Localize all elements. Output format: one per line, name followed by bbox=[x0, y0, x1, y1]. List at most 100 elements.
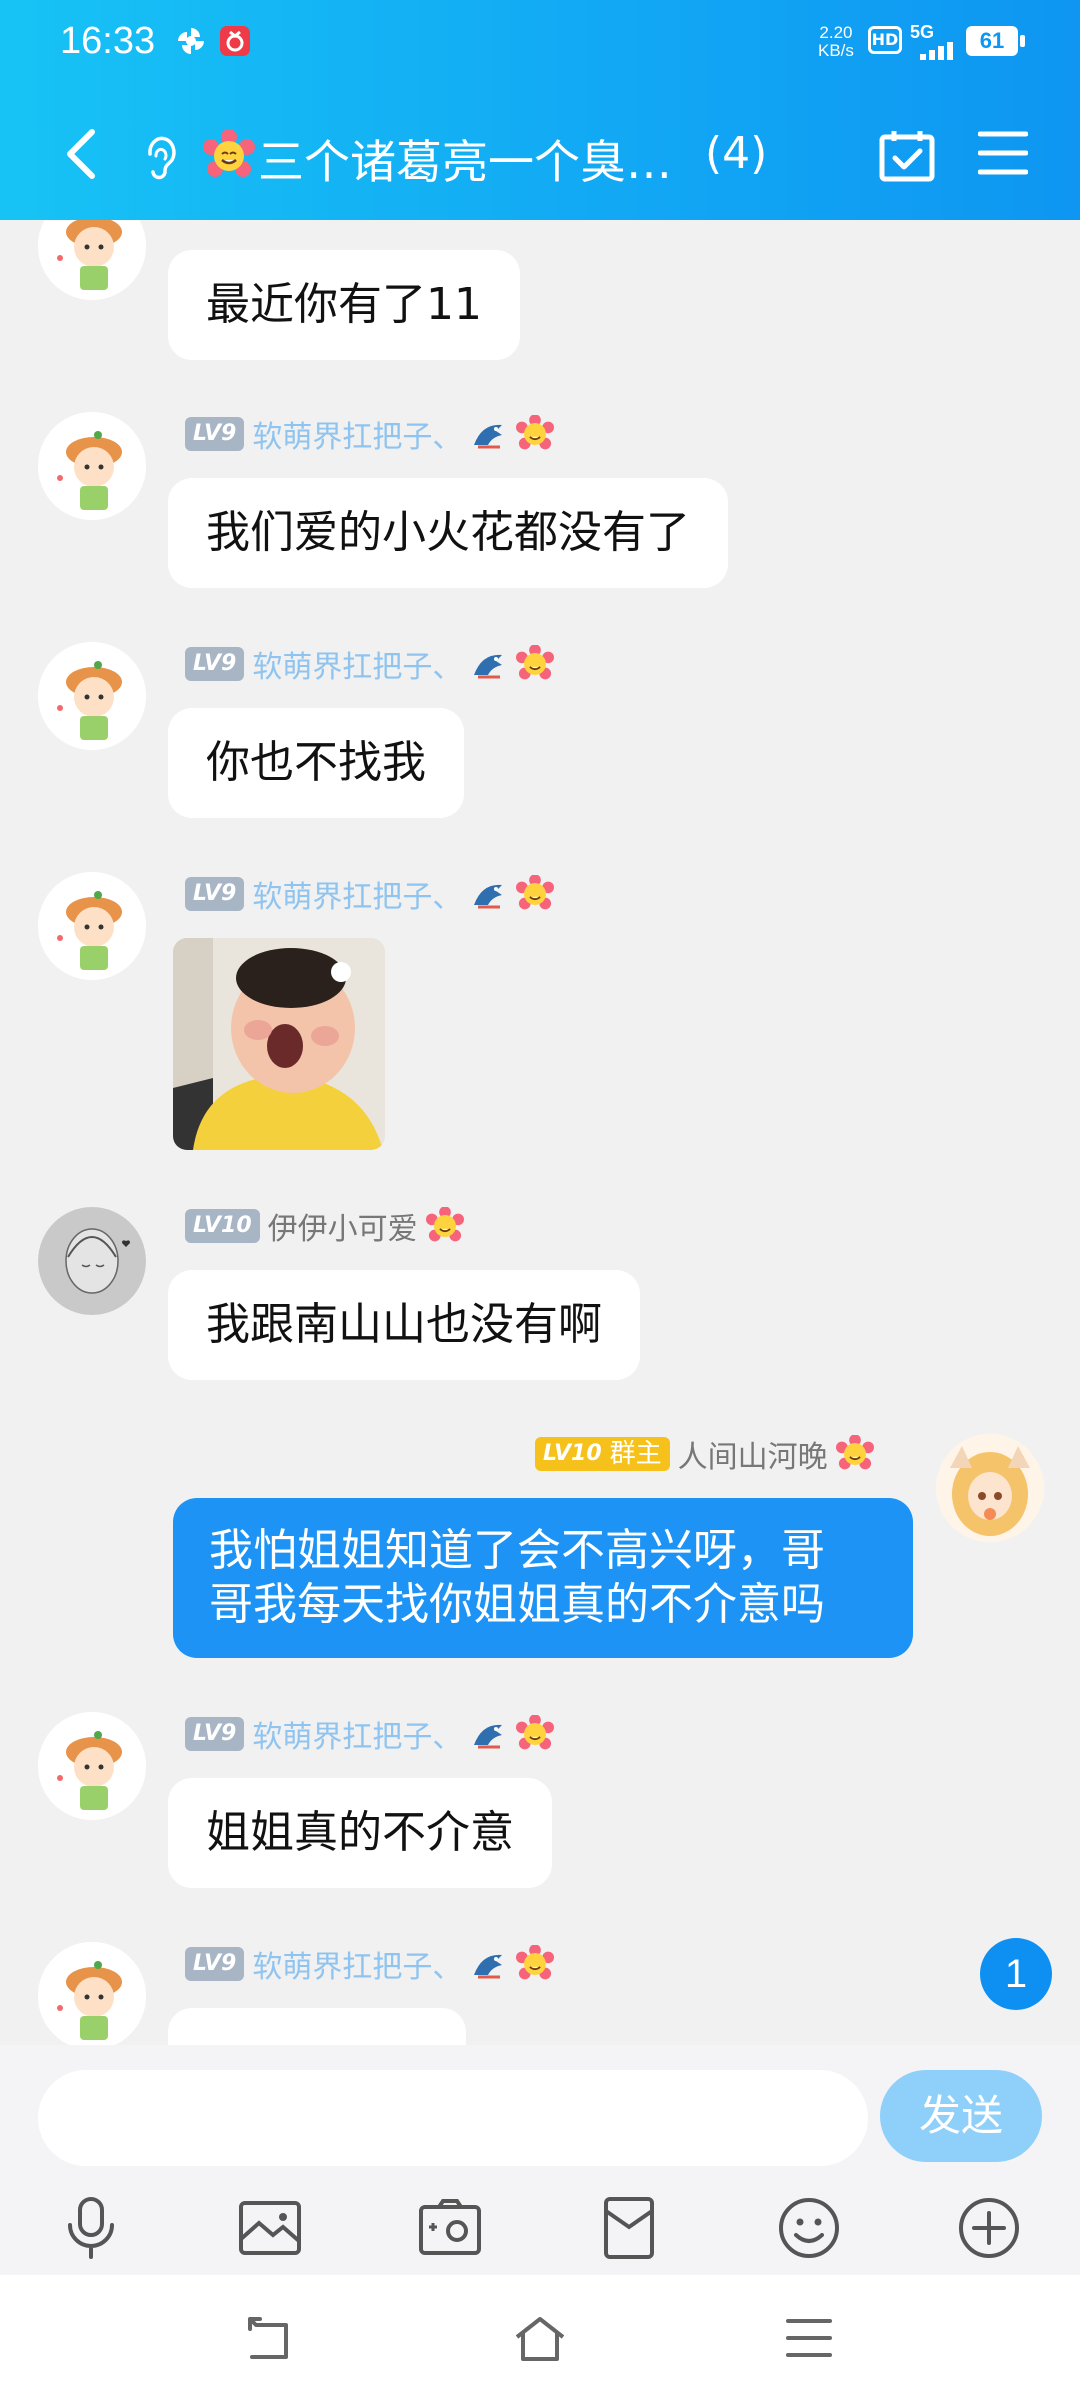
flower-face-icon bbox=[516, 875, 555, 910]
boy-avatar-image bbox=[38, 642, 146, 750]
sender-info: LV9 软萌界扛把子、 bbox=[185, 1712, 555, 1756]
my-message-bubble[interactable]: 我怕姐姐知道了会不高兴呀，哥 哥我每天找你姐姐真的不介意吗 bbox=[173, 1498, 913, 1658]
net-speed-unit: KB/s bbox=[818, 41, 854, 60]
sender-info: LV9 软萌界扛把子、 bbox=[185, 642, 555, 686]
level-badge: LV10 bbox=[185, 1209, 260, 1243]
ear-icon[interactable] bbox=[140, 132, 180, 182]
emoji-icon[interactable] bbox=[776, 2195, 842, 2261]
status-bar: 16:33 2.20 KB/s HD 5G 61 bbox=[0, 0, 1080, 80]
hd-badge: HD bbox=[868, 26, 902, 54]
member-count: (4) bbox=[705, 128, 768, 179]
message-text-line: 我怕姐姐知道了会不高兴呀，哥 bbox=[209, 1525, 825, 1576]
network-speed: 2.20 KB/s bbox=[818, 24, 854, 60]
message-bubble[interactable]: 姐姐真的不介意 bbox=[168, 1778, 552, 1888]
plus-icon[interactable] bbox=[956, 2195, 1022, 2261]
message-list[interactable]: 最近你有了11 LV9 软萌界扛把子、 我们爱的小火花都没有了 LV9 软萌界扛… bbox=[0, 220, 1080, 2045]
message-text: 你也不找我 bbox=[206, 737, 426, 788]
input-bar: 发送 bbox=[0, 2045, 1080, 2275]
sender-name[interactable]: 软萌界扛把子、 bbox=[252, 1712, 462, 1756]
sender-info: LV9 软萌界扛把子、 bbox=[185, 1942, 555, 1986]
message-bubble[interactable] bbox=[168, 2008, 466, 2045]
avatar[interactable] bbox=[38, 642, 146, 750]
flower-face-icon bbox=[425, 1207, 464, 1242]
message-text-line: 哥我每天找你姐姐真的不介意吗 bbox=[209, 1579, 825, 1630]
boy-avatar-image bbox=[38, 220, 146, 300]
avatar[interactable] bbox=[38, 1207, 146, 1315]
anime-girl-avatar-image bbox=[936, 1434, 1044, 1542]
status-time: 16:33 bbox=[60, 20, 156, 62]
image-message[interactable] bbox=[173, 938, 385, 1150]
flower-face-icon bbox=[516, 1945, 555, 1980]
sender-name[interactable]: 伊伊小可爱 bbox=[268, 1204, 418, 1248]
dragon-icon bbox=[474, 1724, 503, 1749]
message-text: 最近你有了11 bbox=[206, 279, 482, 330]
message-bubble[interactable]: 最近你有了11 bbox=[168, 250, 520, 360]
girl-sketch-avatar-image bbox=[38, 1207, 146, 1315]
chat-title-bar: 三个诸葛亮一个臭… (4) bbox=[0, 100, 1080, 210]
sender-name[interactable]: 软萌界扛把子、 bbox=[252, 642, 462, 686]
sender-info: LV9 软萌界扛把子、 bbox=[185, 412, 555, 456]
avatar[interactable] bbox=[38, 220, 146, 300]
boy-avatar-image bbox=[38, 1712, 146, 1820]
level-badge: LV10 bbox=[535, 1437, 610, 1471]
avatar[interactable] bbox=[38, 412, 146, 520]
message-bubble[interactable]: 我跟南山山也没有啊 bbox=[168, 1270, 640, 1380]
sender-name[interactable]: 软萌界扛把子、 bbox=[252, 1942, 462, 1986]
calendar-check-icon[interactable] bbox=[878, 128, 936, 182]
boy-avatar-image bbox=[38, 412, 146, 520]
menu-icon[interactable] bbox=[978, 130, 1028, 176]
boy-avatar-image bbox=[38, 872, 146, 980]
message-bubble[interactable]: 我们爱的小火花都没有了 bbox=[168, 478, 728, 588]
group-owner-badge: 群主 bbox=[609, 1437, 670, 1471]
level-badge: LV9 bbox=[185, 877, 245, 911]
dragon-icon bbox=[474, 654, 503, 679]
dragon-icon bbox=[474, 884, 503, 909]
flower-face-icon bbox=[203, 130, 255, 177]
pinwheel-icon bbox=[178, 28, 204, 54]
image-icon[interactable] bbox=[237, 2195, 303, 2261]
sender-info: LV10 伊伊小可爱 bbox=[185, 1204, 464, 1248]
my-avatar[interactable] bbox=[936, 1434, 1044, 1542]
dragon-icon bbox=[474, 424, 503, 449]
signal-icon bbox=[920, 42, 953, 60]
dragon-icon bbox=[474, 1954, 503, 1979]
battery-indicator: 61 bbox=[966, 26, 1025, 56]
crying-child-photo bbox=[173, 938, 385, 1150]
level-badge: LV9 bbox=[185, 417, 245, 451]
message-text: 我们爱的小火花都没有了 bbox=[206, 507, 690, 558]
avatar[interactable] bbox=[38, 1712, 146, 1820]
back-nav-icon[interactable] bbox=[244, 2313, 298, 2363]
flower-face-icon bbox=[516, 645, 555, 680]
unread-count-badge[interactable]: 1 bbox=[980, 1938, 1052, 2010]
network-type: 5G bbox=[910, 22, 935, 42]
message-text: 姐姐真的不介意 bbox=[206, 1807, 514, 1858]
net-speed-value: 2.20 bbox=[819, 23, 853, 42]
microphone-icon[interactable] bbox=[58, 2195, 124, 2261]
back-icon[interactable] bbox=[58, 126, 108, 182]
boy-avatar-image bbox=[38, 1942, 146, 2045]
flower-face-icon bbox=[516, 1715, 555, 1750]
flower-face-icon bbox=[516, 415, 555, 450]
message-bubble[interactable]: 你也不找我 bbox=[168, 708, 464, 818]
sender-name[interactable]: 软萌界扛把子、 bbox=[252, 872, 462, 916]
camera-icon[interactable] bbox=[417, 2195, 483, 2261]
home-nav-icon[interactable] bbox=[513, 2313, 567, 2363]
sender-name[interactable]: 人间山河晚 bbox=[678, 1432, 828, 1476]
send-button[interactable]: 发送 bbox=[880, 2070, 1042, 2162]
avatar[interactable] bbox=[38, 1942, 146, 2045]
level-badge: LV9 bbox=[185, 647, 245, 681]
flower-face-icon bbox=[835, 1435, 874, 1470]
app-header: 16:33 2.20 KB/s HD 5G 61 三个诸葛亮一个臭… (4) bbox=[0, 0, 1080, 220]
sender-info: LV9 软萌界扛把子、 bbox=[185, 872, 555, 916]
level-badge: LV9 bbox=[185, 1947, 245, 1981]
message-text: 我跟南山山也没有啊 bbox=[206, 1299, 602, 1350]
avatar[interactable] bbox=[38, 872, 146, 980]
menu-nav-icon[interactable] bbox=[782, 2313, 836, 2363]
message-input[interactable] bbox=[38, 2070, 868, 2166]
app-notification-icon bbox=[220, 26, 250, 56]
chat-title[interactable]: 三个诸葛亮一个臭… bbox=[258, 126, 672, 192]
sender-name[interactable]: 软萌界扛把子、 bbox=[252, 412, 462, 456]
level-badge: LV9 bbox=[185, 1717, 245, 1751]
red-packet-icon[interactable] bbox=[596, 2195, 662, 2261]
sender-info: LV10 群主 人间山河晚 bbox=[535, 1432, 874, 1476]
